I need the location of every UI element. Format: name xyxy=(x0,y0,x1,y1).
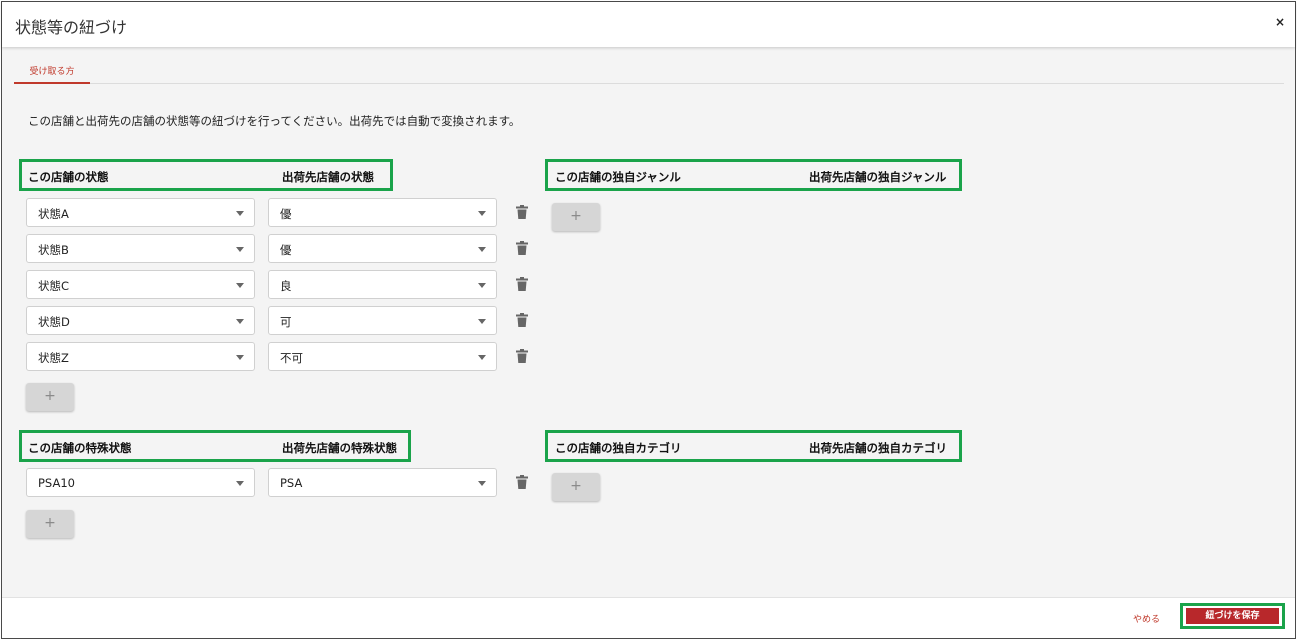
condition-select-right[interactable]: 可 xyxy=(268,306,497,335)
select-value: 状態Z xyxy=(38,351,69,365)
special-header-left: この店舗の特殊状態 xyxy=(28,441,132,455)
add-condition-button[interactable]: + xyxy=(26,383,74,411)
trash-icon[interactable] xyxy=(516,313,528,327)
chevron-down-icon xyxy=(478,319,486,324)
select-value: 状態C xyxy=(38,279,70,293)
select-value: 優 xyxy=(280,207,292,221)
categories-header: この店舗の独自カテゴリ 出荷先店舗の独自カテゴリ xyxy=(545,430,962,462)
select-value: 良 xyxy=(280,279,292,293)
special-conditions-header: この店舗の特殊状態 出荷先店舗の特殊状態 xyxy=(19,430,411,462)
select-value: 状態A xyxy=(38,207,69,221)
condition-select-left[interactable]: 状態A xyxy=(26,198,255,227)
add-special-condition-button[interactable]: + xyxy=(26,510,74,538)
select-value: PSA10 xyxy=(38,476,75,490)
mapping-modal: 状態等の紐づけ × 受け取る方 この店舗と出荷先の店舗の状態等の紐づけを行ってく… xyxy=(1,1,1296,639)
select-value: 状態D xyxy=(38,315,70,329)
tab-bar: 受け取る方 xyxy=(14,62,1284,84)
save-button[interactable]: 紐づけを保存 xyxy=(1186,608,1279,624)
chevron-down-icon xyxy=(236,481,244,486)
conditions-header-left: この店舗の状態 xyxy=(28,170,109,184)
chevron-down-icon xyxy=(478,481,486,486)
modal-footer: やめる 紐づけを保存 xyxy=(2,597,1295,638)
condition-select-left[interactable]: 状態Z xyxy=(26,342,255,371)
save-button-highlight: 紐づけを保存 xyxy=(1180,603,1285,629)
trash-icon[interactable] xyxy=(516,349,528,363)
categories-header-right: 出荷先店舗の独自カテゴリ xyxy=(809,441,947,455)
conditions-header: この店舗の状態 出荷先店舗の状態 xyxy=(19,159,393,191)
trash-icon[interactable] xyxy=(516,277,528,291)
genres-header-left: この店舗の独自ジャンル xyxy=(555,170,681,184)
condition-select-right[interactable]: 優 xyxy=(268,234,497,263)
trash-icon[interactable] xyxy=(516,475,528,489)
chevron-down-icon xyxy=(478,247,486,252)
tab-receiving[interactable]: 受け取る方 xyxy=(14,62,90,84)
chevron-down-icon xyxy=(236,355,244,360)
add-category-button[interactable]: + xyxy=(552,473,600,501)
close-icon[interactable]: × xyxy=(1275,16,1285,28)
select-value: 可 xyxy=(280,315,292,329)
genres-header: この店舗の独自ジャンル 出荷先店舗の独自ジャンル xyxy=(545,159,962,191)
chevron-down-icon xyxy=(478,355,486,360)
select-value: 優 xyxy=(280,243,292,257)
select-value: PSA xyxy=(280,476,303,490)
condition-select-left[interactable]: 状態B xyxy=(26,234,255,263)
chevron-down-icon xyxy=(478,283,486,288)
condition-select-right[interactable]: 優 xyxy=(268,198,497,227)
condition-select-left[interactable]: 状態D xyxy=(26,306,255,335)
description-text: この店舗と出荷先の店舗の状態等の紐づけを行ってください。出荷先では自動で変換され… xyxy=(28,114,521,128)
condition-select-right[interactable]: 良 xyxy=(268,270,497,299)
modal-title: 状態等の紐づけ xyxy=(15,18,128,37)
chevron-down-icon xyxy=(236,247,244,252)
chevron-down-icon xyxy=(236,319,244,324)
special-header-right: 出荷先店舗の特殊状態 xyxy=(282,441,397,455)
special-select-left[interactable]: PSA10 xyxy=(26,468,255,497)
categories-header-left: この店舗の独自カテゴリ xyxy=(555,441,682,455)
chevron-down-icon xyxy=(478,211,486,216)
condition-select-right[interactable]: 不可 xyxy=(268,342,497,371)
select-value: 状態B xyxy=(38,243,69,257)
chevron-down-icon xyxy=(236,211,244,216)
chevron-down-icon xyxy=(236,283,244,288)
cancel-button[interactable]: やめる xyxy=(1133,612,1160,625)
condition-select-left[interactable]: 状態C xyxy=(26,270,255,299)
conditions-header-right: 出荷先店舗の状態 xyxy=(282,170,374,184)
genres-header-right: 出荷先店舗の独自ジャンル xyxy=(809,170,947,184)
trash-icon[interactable] xyxy=(516,241,528,255)
special-select-right[interactable]: PSA xyxy=(268,468,497,497)
add-genre-button[interactable]: + xyxy=(552,203,600,231)
modal-header: 状態等の紐づけ × xyxy=(2,2,1295,47)
select-value: 不可 xyxy=(280,351,303,365)
trash-icon[interactable] xyxy=(516,205,528,219)
